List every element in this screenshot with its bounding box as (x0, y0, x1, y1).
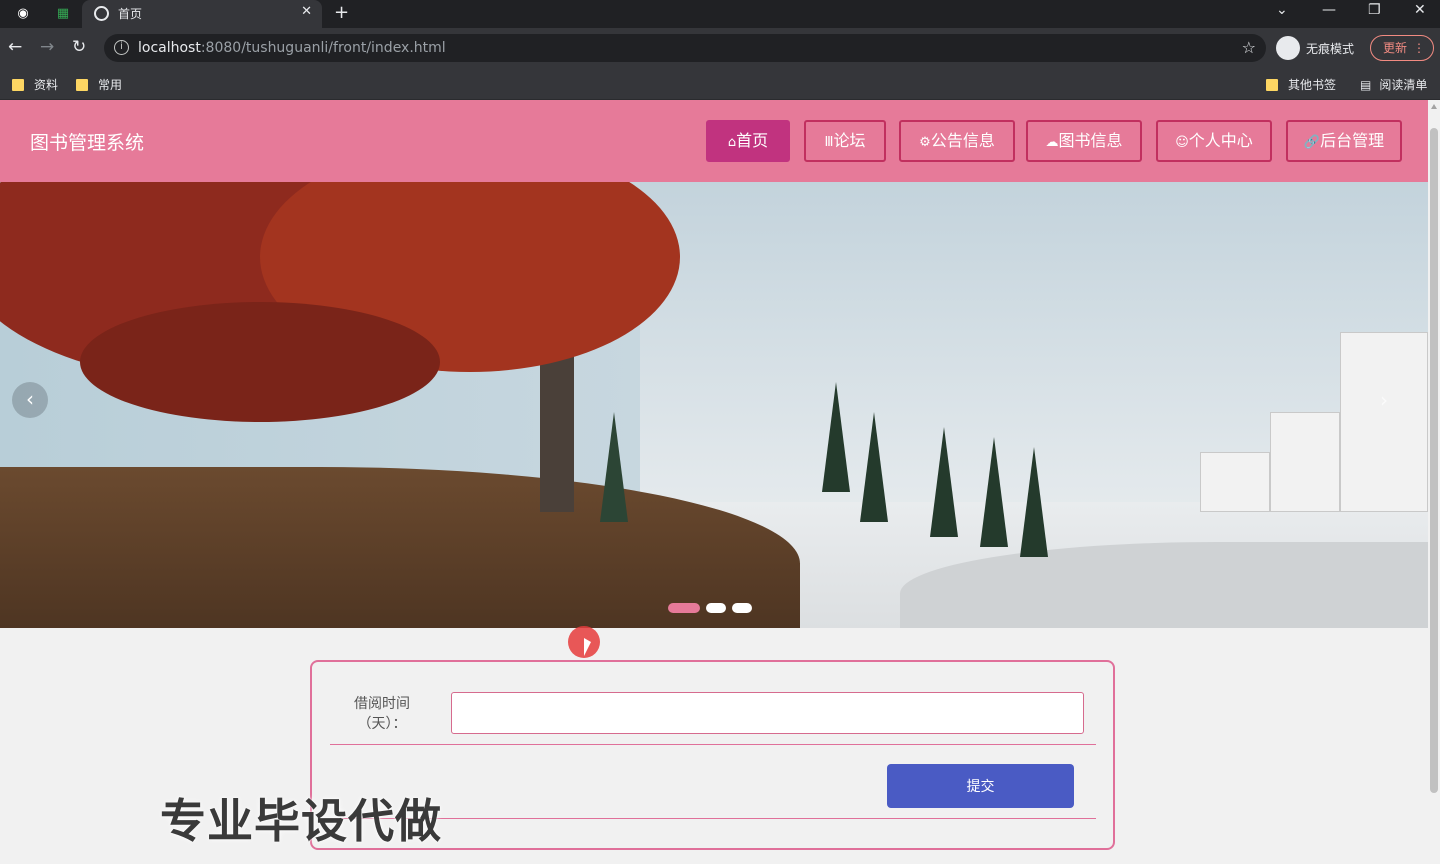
globe-icon (94, 6, 109, 21)
carousel-indicator[interactable] (706, 603, 726, 613)
new-tab-icon[interactable]: + (334, 2, 349, 23)
nav-button-label: 图书信息 (1058, 131, 1123, 150)
carousel-indicator[interactable] (668, 603, 700, 613)
page-scrollbar[interactable] (1428, 100, 1440, 864)
restore-icon[interactable]: ❐ (1368, 2, 1381, 18)
incognito-label: 无痕模式 (1306, 42, 1355, 56)
mouse-cursor-icon (584, 638, 591, 656)
carousel-indicator[interactable] (732, 603, 752, 613)
nav-button[interactable]: Ⅲ论坛 (804, 120, 886, 162)
sheets-tab-icon[interactable]: ▦ (52, 4, 74, 24)
gear-icon: ⚙ (919, 135, 931, 150)
bookmark-star-icon[interactable]: ☆ (1242, 38, 1256, 57)
banner-pine (600, 412, 628, 522)
scroll-up-icon[interactable] (1431, 104, 1437, 109)
other-bookmarks[interactable]: 其他书签 (1266, 76, 1336, 93)
bookmarks-bar: 资料 常用 其他书签 ▤ 阅读清单 (0, 68, 1440, 100)
address-bar: ← → ↻ i localhost:8080/tushuguanli/front… (0, 28, 1440, 68)
folder-icon (12, 79, 24, 91)
close-icon[interactable]: ✕ (301, 4, 312, 19)
chrome-menu-icon[interactable]: ◉ (12, 4, 34, 24)
info-icon[interactable]: i (114, 40, 129, 55)
nav-button-label: 首页 (736, 131, 769, 150)
banner-canopy (80, 302, 440, 422)
nav-button-label: 论坛 (833, 131, 866, 150)
nav-button-label: 个人中心 (1188, 131, 1253, 150)
web-page: 图书管理系统 ⌂首页 Ⅲ论坛 ⚙公告信息 ☁图书信息 ☺个人中心 🔗后台管理 ‹ › 借阅… (0, 100, 1428, 864)
update-button[interactable]: 更新 ⋮ (1370, 35, 1434, 61)
form-divider (330, 744, 1096, 745)
form-divider (330, 818, 1096, 819)
reading-list[interactable]: ▤ 阅读清单 (1360, 76, 1427, 93)
watermark-text: 专业毕设代做 (160, 794, 442, 848)
user-icon: ☺ (1175, 135, 1189, 150)
nav-button[interactable]: ⌂首页 (706, 120, 790, 162)
banner-pine (860, 412, 888, 522)
banner-house (1200, 452, 1270, 512)
carousel-prev-button[interactable]: ‹ (12, 382, 48, 418)
site-header: 图书管理系统 ⌂首页 Ⅲ论坛 ⚙公告信息 ☁图书信息 ☺个人中心 🔗后台管理 (0, 100, 1428, 182)
url-path: :8080/tushuguanli/front/index.html (200, 40, 446, 56)
scroll-thumb[interactable] (1430, 128, 1438, 793)
nav-button-label: 后台管理 (1320, 131, 1385, 150)
bookmark-folder-1[interactable]: 资料 (12, 76, 58, 93)
bookmark-folder-2[interactable]: 常用 (76, 76, 122, 93)
carousel-indicators (668, 598, 758, 617)
banner-pine (980, 437, 1008, 547)
folder-icon (1266, 79, 1278, 91)
back-icon[interactable]: ← (8, 37, 22, 57)
nav-button[interactable]: 🔗后台管理 (1286, 120, 1402, 162)
nav-button[interactable]: ⚙公告信息 (899, 120, 1015, 162)
tab-search-icon[interactable]: ⌄ (1276, 2, 1288, 18)
cloud-icon: ☁ (1045, 135, 1059, 150)
borrow-days-input[interactable] (451, 692, 1084, 734)
nav-button[interactable]: ☁图书信息 (1026, 120, 1142, 162)
home-icon: ⌂ (727, 135, 737, 150)
nav-button[interactable]: ☺个人中心 (1156, 120, 1272, 162)
browser-tab-bar: ◉ ▦ 首页 ✕ + ⌄ — ❐ ✕ (0, 0, 1440, 28)
banner-pine (822, 382, 850, 492)
banner-carousel[interactable]: ‹ › (0, 182, 1428, 628)
banner-house (1340, 332, 1428, 512)
carousel-next-button[interactable]: › (1380, 388, 1388, 412)
url-input[interactable]: i localhost:8080/tushuguanli/front/index… (104, 34, 1266, 62)
window-close-icon[interactable]: ✕ (1414, 2, 1426, 18)
url-host: localhost (138, 40, 201, 56)
banner-pine (930, 427, 958, 537)
banner-pine (1020, 447, 1048, 557)
submit-button[interactable]: 提交 (887, 764, 1074, 808)
banner-house (1270, 412, 1340, 512)
reading-list-icon: ▤ (1360, 78, 1372, 92)
borrow-days-label: 借阅时间 （天）： (354, 696, 410, 732)
folder-icon (76, 79, 88, 91)
minimize-icon[interactable]: — (1322, 2, 1336, 18)
forward-icon[interactable]: → (40, 37, 54, 57)
incognito-icon[interactable] (1276, 36, 1300, 60)
nav-button-label: 公告信息 (930, 131, 995, 150)
tab-title: 首页 (118, 7, 143, 21)
reload-icon[interactable]: ↻ (72, 37, 86, 57)
link-icon: 🔗 (1303, 135, 1321, 150)
browser-tab[interactable]: 首页 ✕ (82, 0, 322, 28)
site-title: 图书管理系统 (30, 132, 145, 154)
more-menu-icon[interactable]: ⋮ (1413, 36, 1425, 60)
